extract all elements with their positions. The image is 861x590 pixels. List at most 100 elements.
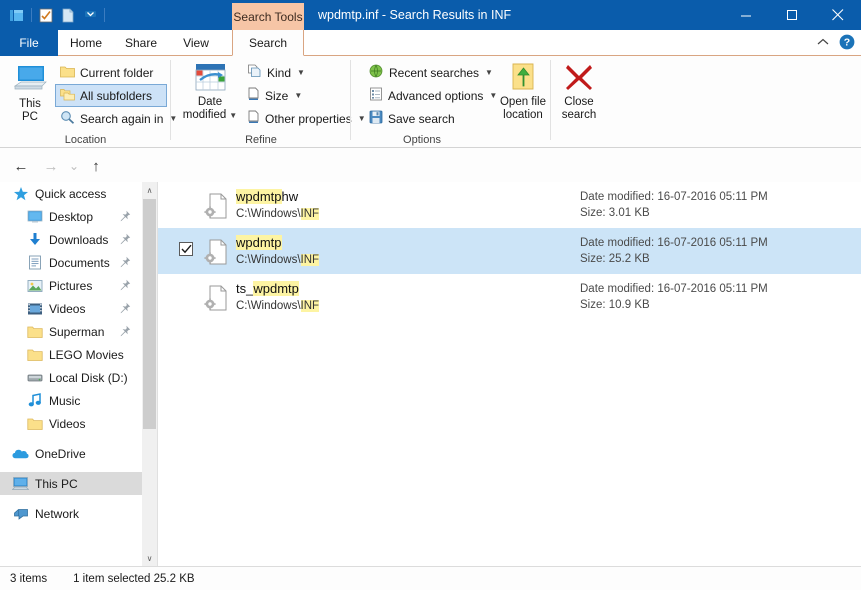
close-button[interactable] [815, 0, 861, 30]
sidebar-item-network[interactable]: Network [0, 502, 142, 525]
file-checkbox[interactable] [179, 242, 193, 256]
search-highlight: INF [301, 254, 320, 266]
pictures-icon [26, 277, 43, 294]
file-path: C:\Windows\INF [236, 254, 319, 266]
folder-icon [26, 415, 43, 432]
file-row[interactable]: ts_wpdmtpC:\Windows\INFDate modified: 16… [158, 274, 861, 320]
file-row[interactable]: wpdmtpC:\Windows\INFDate modified: 16-07… [158, 228, 861, 274]
file-row[interactable]: wpdmtphwC:\Windows\INFDate modified: 16-… [158, 182, 861, 228]
other-properties-label: Other properties [265, 112, 352, 126]
ribbon-group-options: Recent searches ▼ Advanced options ▼ Sav… [351, 56, 551, 148]
minimize-button[interactable] [723, 0, 769, 30]
onedrive-icon [12, 445, 29, 462]
status-bar: 3 items 1 item selected 25.2 KB [0, 566, 861, 590]
recent-searches-button[interactable]: Recent searches ▼ [365, 62, 497, 83]
sidebar-item-lego-movies[interactable]: LEGO Movies [0, 343, 142, 366]
current-folder-button[interactable]: Current folder [56, 62, 157, 83]
this-pc-button[interactable]: This PC [6, 62, 54, 124]
forward-button[interactable]: → [41, 156, 61, 176]
this-pc-icon [13, 64, 47, 98]
title-bar: Search Tools wpdmtp.inf - Search Results… [0, 0, 861, 30]
sidebar-scrollbar[interactable]: ∧ ∨ [142, 182, 157, 566]
explorer-icon[interactable] [6, 4, 28, 26]
recent-locations-button[interactable]: ⌄ [64, 156, 84, 176]
ribbon-tab-right-controls: ? [817, 30, 855, 56]
sidebar-item-local-disk-d[interactable]: Local Disk (D:) [0, 366, 142, 389]
navigation-pane: Quick access DesktopDownloadsDocumentsPic… [0, 182, 142, 566]
scroll-down-icon[interactable]: ∨ [142, 550, 157, 566]
file-name: wpdmtp [236, 235, 282, 250]
save-search-icon [369, 110, 383, 127]
maximize-button[interactable] [769, 0, 815, 30]
contextual-tab-search-tools[interactable]: Search Tools [232, 3, 304, 30]
pin-icon[interactable] [119, 279, 131, 291]
sidebar-item-videos[interactable]: Videos [0, 412, 142, 435]
subfolders-icon [60, 88, 75, 104]
quick-access-toolbar [6, 0, 108, 30]
sidebar-item-quick-access[interactable]: Quick access [0, 182, 142, 205]
sidebar-item-videos[interactable]: Videos [0, 297, 142, 320]
back-button[interactable]: ← [11, 156, 31, 176]
kind-label: Kind [267, 66, 291, 80]
customize-qat-dropdown[interactable] [79, 4, 101, 26]
tab-share[interactable]: Share [114, 30, 168, 56]
sidebar-item-pictures[interactable]: Pictures [0, 274, 142, 297]
search-again-in-button[interactable]: Search again in ▼ [56, 108, 181, 129]
tab-search[interactable]: Search [232, 30, 304, 56]
sidebar-item-this-pc[interactable]: This PC [0, 472, 142, 495]
advanced-options-icon [369, 87, 383, 104]
tab-view[interactable]: View [168, 30, 224, 56]
pin-icon[interactable] [119, 233, 131, 245]
calendar-icon [194, 62, 227, 96]
new-folder-icon[interactable] [57, 4, 79, 26]
help-icon[interactable]: ? [839, 34, 855, 53]
sidebar-item-desktop[interactable]: Desktop [0, 205, 142, 228]
close-search-button[interactable]: Close search [553, 62, 605, 122]
advanced-options-button[interactable]: Advanced options ▼ [365, 85, 501, 106]
file-size: Size: 3.01 KB [580, 207, 650, 219]
save-search-label: Save search [388, 112, 455, 126]
sidebar-item-onedrive[interactable]: OneDrive [0, 442, 142, 465]
open-file-location-button[interactable]: Open file location [493, 62, 553, 122]
sidebar-item-music[interactable]: Music [0, 389, 142, 412]
pin-icon[interactable] [119, 210, 131, 222]
date-modified-button[interactable]: Date modified ▼ [179, 62, 241, 122]
file-list: wpdmtphwC:\Windows\INFDate modified: 16-… [158, 182, 861, 566]
sidebar-item-downloads[interactable]: Downloads [0, 228, 142, 251]
close-search-label-2: search [562, 109, 597, 122]
size-label: Size [265, 89, 288, 103]
sidebar-item-label: Network [35, 507, 79, 521]
save-search-button[interactable]: Save search [365, 108, 459, 129]
kind-button[interactable]: Kind ▼ [243, 62, 309, 83]
pin-icon[interactable] [119, 256, 131, 268]
sidebar-item-documents[interactable]: Documents [0, 251, 142, 274]
pin-icon[interactable] [119, 302, 131, 314]
open-file-location-label-2: location [503, 109, 543, 122]
date-modified-label-2: modified [183, 109, 226, 122]
properties-icon[interactable] [35, 4, 57, 26]
chevron-down-icon: ▼ [485, 68, 493, 77]
all-subfolders-button[interactable]: All subfolders [56, 85, 166, 106]
pin-icon[interactable] [119, 325, 131, 337]
window-title: wpdmtp.inf - Search Results in INF [318, 0, 511, 30]
sidebar-item-label: Music [49, 394, 80, 408]
sidebar-item-label: Videos [49, 417, 85, 431]
ribbon-tabs: File Home Share View Search ? [0, 30, 861, 56]
sidebar-item-label: Quick access [35, 187, 106, 201]
size-button[interactable]: Size ▼ [243, 85, 306, 106]
sidebar-item-superman[interactable]: Superman [0, 320, 142, 343]
search-highlight: INF [301, 300, 320, 312]
up-button[interactable]: ↑ [86, 156, 106, 176]
advanced-options-label: Advanced options [388, 89, 483, 103]
scrollbar-thumb[interactable] [143, 199, 156, 429]
tab-file[interactable]: File [0, 30, 58, 56]
file-name: wpdmtphw [236, 189, 298, 204]
scroll-up-icon[interactable]: ∧ [142, 182, 157, 198]
tab-home[interactable]: Home [58, 30, 114, 56]
group-label-location: Location [0, 134, 171, 146]
search-highlight: wpdmtp [253, 281, 299, 296]
inf-file-icon [202, 284, 230, 312]
search-highlight: wpdmtp [236, 189, 282, 204]
folder-icon [26, 346, 43, 363]
collapse-ribbon-icon[interactable] [817, 37, 829, 49]
